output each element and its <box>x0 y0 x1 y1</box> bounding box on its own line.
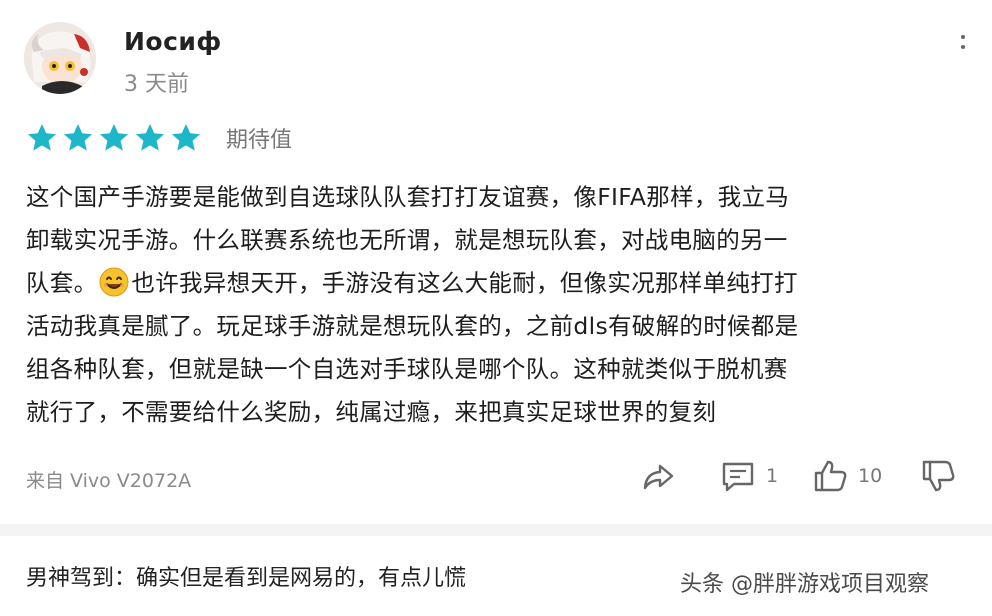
dislike-button[interactable] <box>920 458 956 494</box>
share-button[interactable] <box>640 458 676 494</box>
thumbs-up-icon <box>814 460 847 492</box>
review-line: 组各种队套，但就是缺一个自选对手球队是哪个队。这种就类似于脱机赛 <box>26 355 788 383</box>
review-text: 这个国产手游要是能做到自选球队队套打打友谊赛，像FIFA那样，我立马 卸载实况手… <box>26 176 966 434</box>
star-icon <box>172 124 200 151</box>
more-options-button[interactable] <box>948 24 978 60</box>
review-line: 就行了，不需要给什么奖励，纯属过瘾，来把真实足球世界的复刻 <box>26 398 717 426</box>
rating-row: 期待值 <box>26 122 292 154</box>
review-line: 这个国产手游要是能做到自选球队队套打打友谊赛，像FIFA那样，我立马 <box>26 183 790 211</box>
avatar-image <box>24 22 96 94</box>
device-source: 来自 Vivo V2072A <box>26 470 192 492</box>
review-line: 卸载实况手游。什么联赛系统也无所谓，就是想玩队套，对战电脑的另一 <box>26 226 788 254</box>
review-line: 活动我真是腻了。玩足球手游就是想玩队套的，之前dls有破解的时候都是 <box>26 312 799 340</box>
smile-emoji-icon <box>99 267 129 297</box>
review-line-rest: 也许我异想天开，手游没有这么大能耐，但像实况那样单纯打打 <box>131 269 798 297</box>
more-dot <box>961 35 965 39</box>
star-icon <box>100 124 128 151</box>
section-divider <box>0 524 992 536</box>
reply-preview[interactable]: 男神驾到：确实但是看到是网易的，有点儿慌 <box>26 560 466 592</box>
review-line-prefix: 队套。 <box>26 269 98 297</box>
star-icon <box>28 124 56 151</box>
comment-icon <box>722 462 754 492</box>
star-icon <box>136 124 164 151</box>
rating-label: 期待值 <box>226 128 293 153</box>
watermark: 头条 @胖胖游戏项目观察 <box>680 572 929 597</box>
share-icon <box>643 464 674 490</box>
reply-count: 1 <box>766 465 779 487</box>
like-button[interactable]: 10 <box>812 458 882 494</box>
like-count: 10 <box>858 465 883 487</box>
avatar[interactable] <box>24 22 96 94</box>
more-dot <box>961 45 965 49</box>
review-line: 队套。 也许我异想天开，手游没有这么大能耐，但像实况那样单纯打打 <box>26 262 966 305</box>
star-rating <box>26 122 202 154</box>
reply-button[interactable]: 1 <box>720 458 778 494</box>
star-icon <box>64 124 92 151</box>
username[interactable]: Иосиф <box>124 27 222 56</box>
thumbs-down-icon <box>922 460 955 492</box>
timestamp: 3 天前 <box>124 72 189 97</box>
